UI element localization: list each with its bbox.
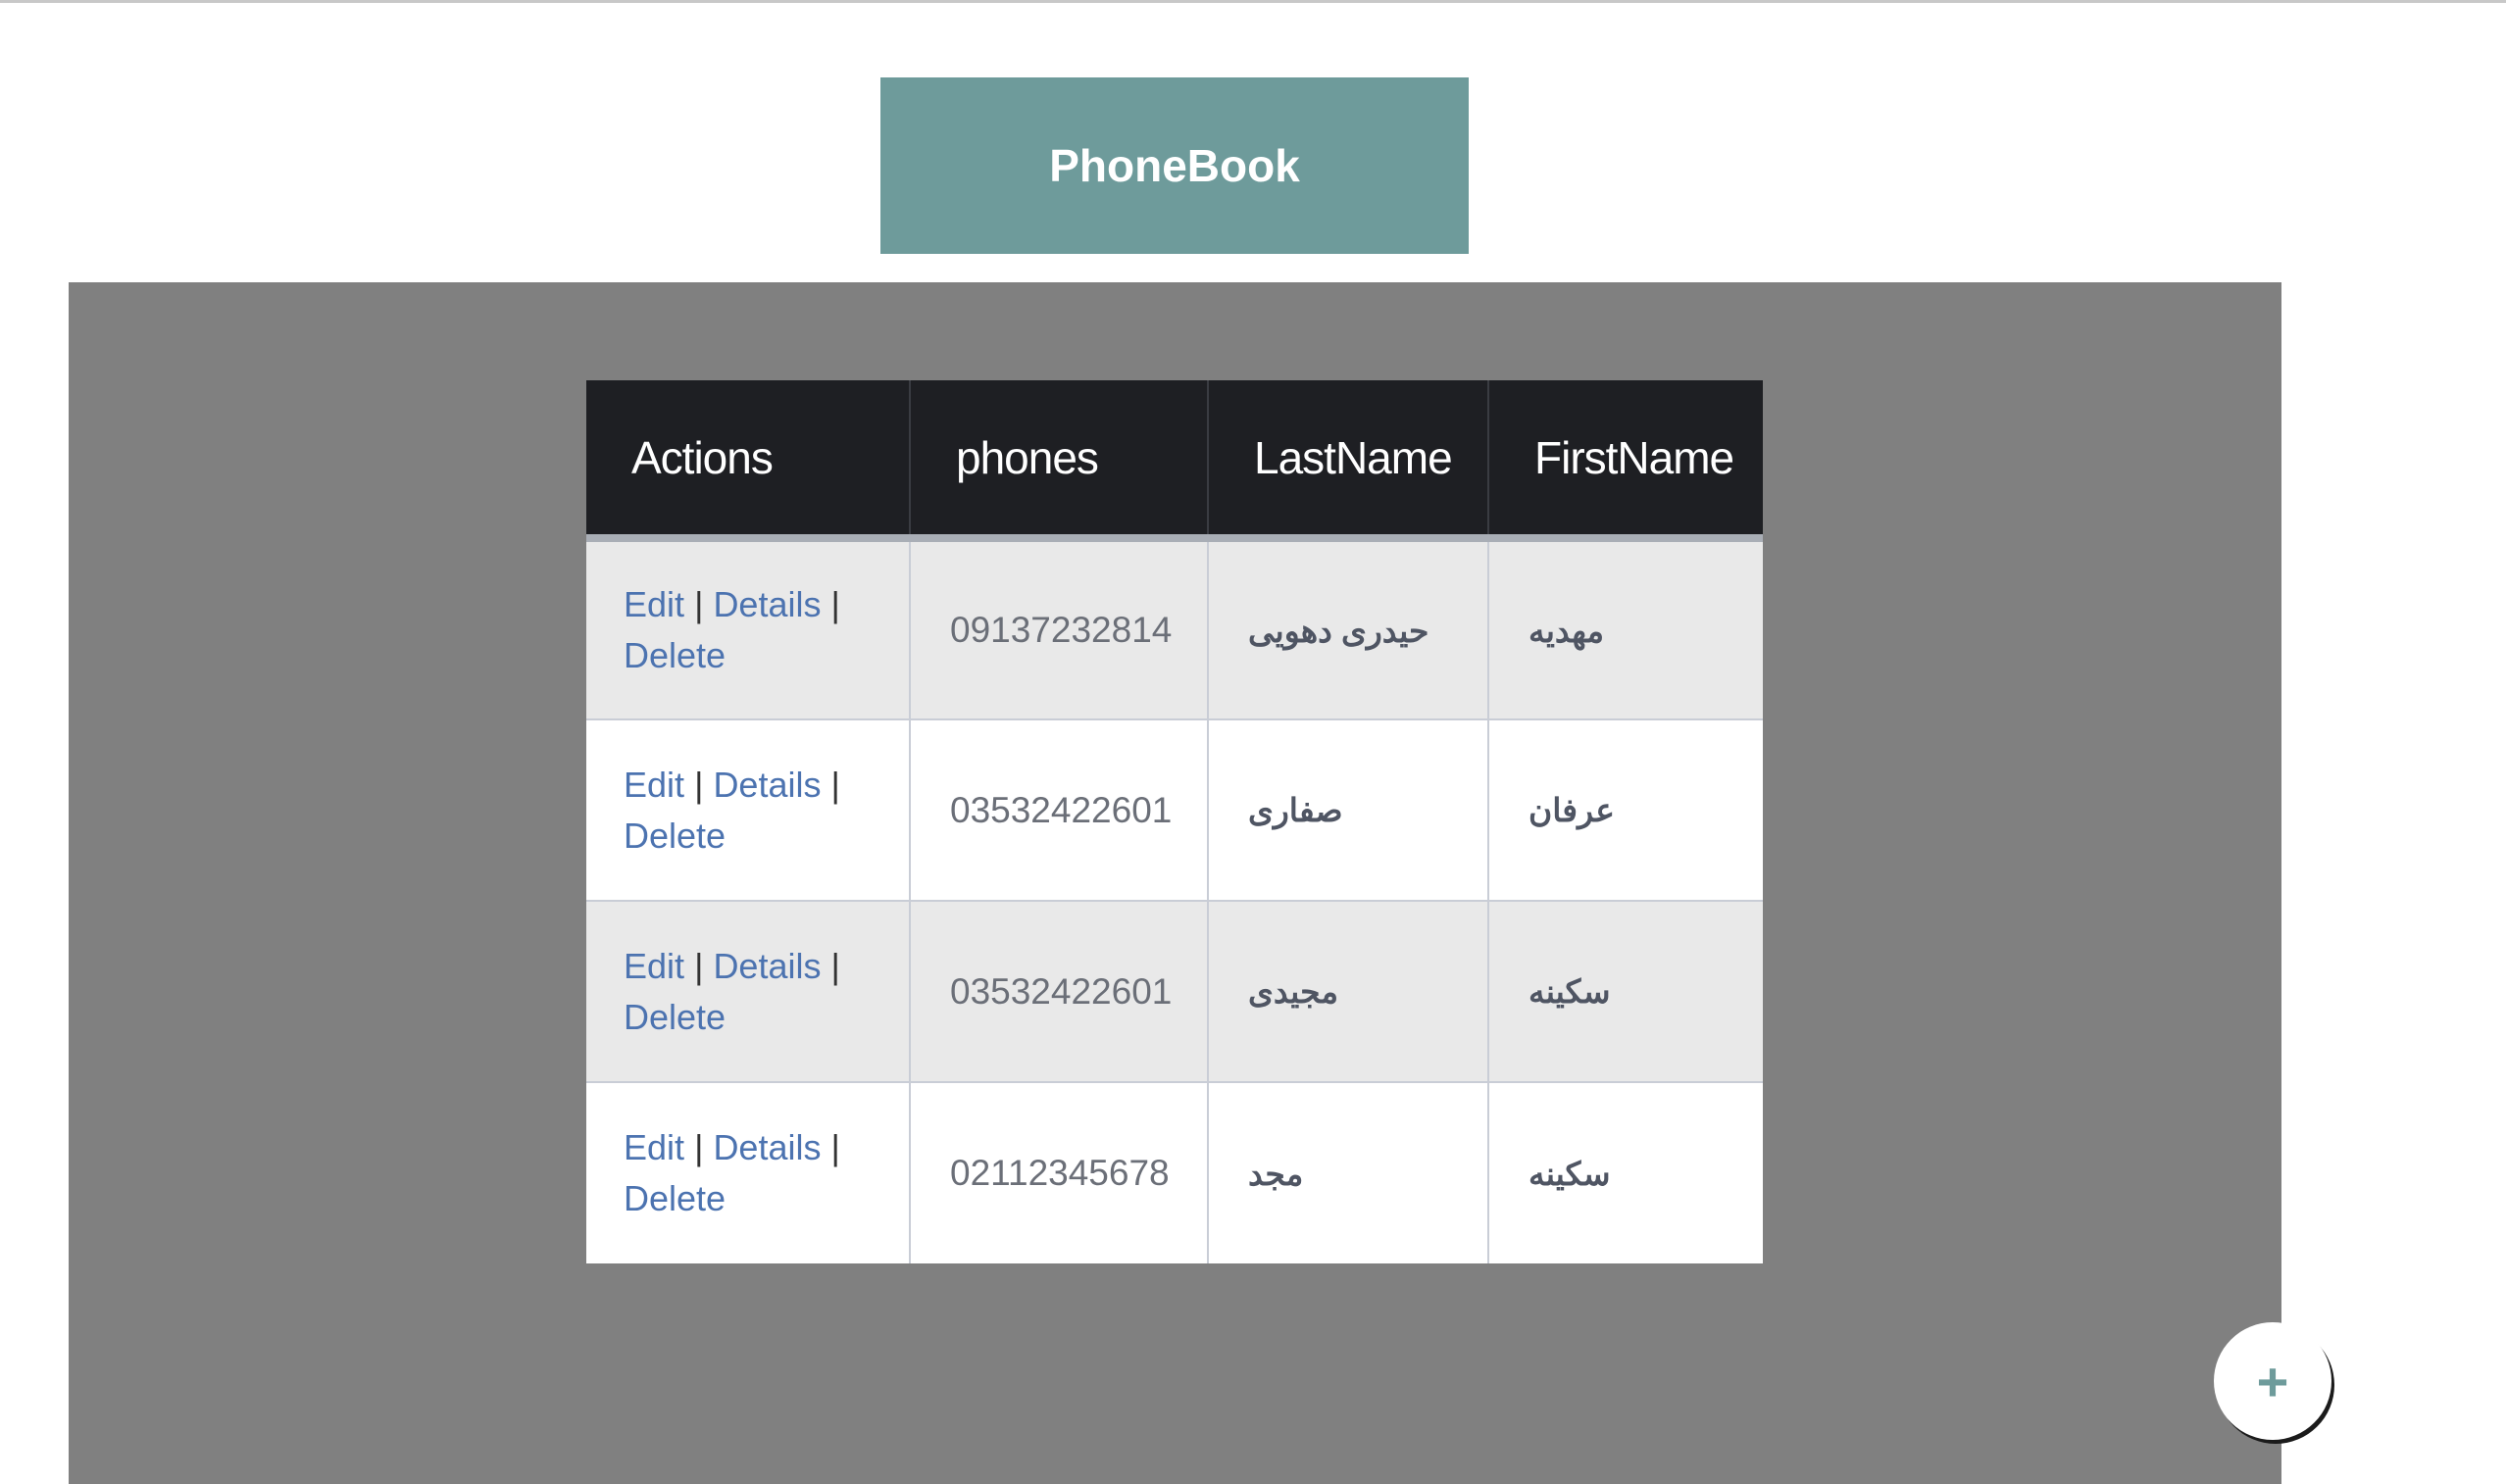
column-header-phones: phones — [909, 380, 1208, 542]
column-header-lastname: LastName — [1207, 380, 1488, 542]
lastname-text: مجیدی — [1248, 973, 1339, 1010]
lastname-cell: مجیدی — [1207, 900, 1488, 1082]
page-title: PhoneBook — [1049, 140, 1300, 191]
lastname-cell: صفاری — [1207, 718, 1488, 901]
lastname-text: حیدری دهویی — [1248, 612, 1429, 649]
firstname-text: عرفان — [1529, 792, 1615, 828]
details-link[interactable]: Details — [713, 1127, 821, 1167]
separator: | — [830, 945, 840, 986]
top-divider — [0, 0, 2506, 3]
contacts-table: Actions phones LastName FirstName Edit |… — [586, 380, 1763, 1263]
edit-link[interactable]: Edit — [624, 1127, 684, 1167]
phone-cell: 09137232814 — [909, 537, 1208, 719]
lastname-text: صفاری — [1248, 792, 1343, 828]
delete-link[interactable]: Delete — [624, 816, 726, 856]
column-header-actions: Actions — [586, 380, 910, 542]
actions-cell: Edit | Details | Delete — [586, 537, 910, 719]
column-header-firstname: FirstName — [1487, 380, 1763, 542]
firstname-text: مهدیه — [1529, 612, 1605, 649]
details-link[interactable]: Details — [713, 584, 821, 624]
edit-link[interactable]: Edit — [624, 765, 684, 805]
separator: | — [830, 764, 840, 805]
table-row: Edit | Details | Delete 03532422601 صفار… — [586, 718, 1763, 901]
edit-link[interactable]: Edit — [624, 946, 684, 986]
delete-link[interactable]: Delete — [624, 997, 726, 1037]
firstname-cell: مهدیه — [1487, 537, 1763, 719]
firstname-cell: سکینه — [1487, 1081, 1763, 1263]
separator: | — [694, 584, 704, 624]
add-contact-button[interactable]: + — [2214, 1322, 2331, 1440]
actions-cell: Edit | Details | Delete — [586, 900, 910, 1082]
details-link[interactable]: Details — [713, 946, 821, 986]
edit-link[interactable]: Edit — [624, 584, 684, 624]
table-header: Actions phones LastName FirstName — [586, 380, 1763, 542]
content-panel: Actions phones LastName FirstName Edit |… — [69, 282, 2281, 1484]
table-row: Edit | Details | Delete 03532422601 مجید… — [586, 900, 1763, 1082]
actions-cell: Edit | Details | Delete — [586, 718, 910, 901]
separator: | — [830, 584, 840, 624]
phone-cell: 03532422601 — [909, 900, 1208, 1082]
contacts-table-wrapper: Actions phones LastName FirstName Edit |… — [586, 380, 1763, 1263]
phone-cell: 02112345678 — [909, 1081, 1208, 1263]
phone-cell: 03532422601 — [909, 718, 1208, 901]
table-row: Edit | Details | Delete 09137232814 حیدر… — [586, 537, 1763, 719]
firstname-cell: عرفان — [1487, 718, 1763, 901]
lastname-cell: مجد — [1207, 1081, 1488, 1263]
separator: | — [694, 945, 704, 986]
firstname-text: سکینه — [1529, 1155, 1611, 1192]
plus-icon: + — [2256, 1350, 2289, 1412]
firstname-text: سکینه — [1529, 973, 1611, 1010]
separator: | — [830, 1127, 840, 1167]
page-title-banner: PhoneBook — [880, 77, 1469, 254]
lastname-text: مجد — [1248, 1155, 1304, 1192]
delete-link[interactable]: Delete — [624, 1178, 726, 1218]
separator: | — [694, 1127, 704, 1167]
table-row: Edit | Details | Delete 02112345678 مجد … — [586, 1081, 1763, 1263]
delete-link[interactable]: Delete — [624, 635, 726, 675]
actions-cell: Edit | Details | Delete — [586, 1081, 910, 1263]
firstname-cell: سکینه — [1487, 900, 1763, 1082]
separator: | — [694, 764, 704, 805]
details-link[interactable]: Details — [713, 765, 821, 805]
lastname-cell: حیدری دهویی — [1207, 537, 1488, 719]
